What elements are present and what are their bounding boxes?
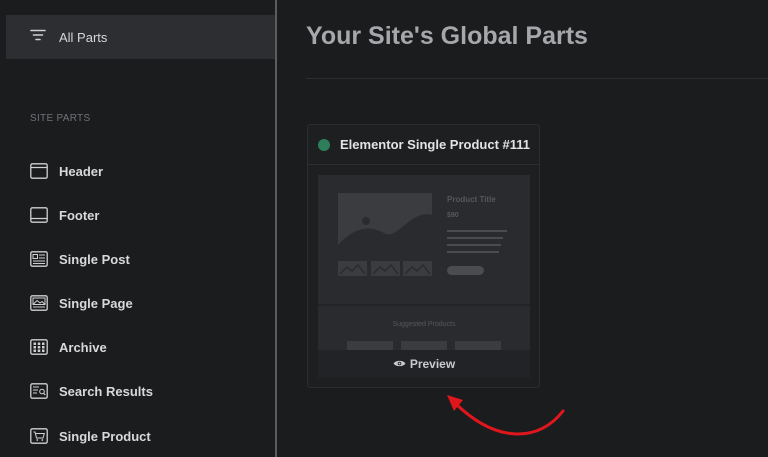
preview-button[interactable]: Preview (318, 350, 530, 378)
sidebar-item-label: Single Post (59, 251, 130, 267)
sidebar-item-label: Single Product (59, 428, 151, 444)
page-title: Your Site's Global Parts (306, 22, 588, 50)
template-thumbnail[interactable]: Product Title $90 Suggested Products (318, 175, 530, 378)
title-divider (306, 78, 768, 79)
all-parts-button[interactable]: All Parts (6, 15, 275, 59)
card-title: Elementor Single Product #111 (340, 137, 531, 152)
preview-label: Preview (409, 357, 456, 371)
sidebar-item-single-post[interactable]: Single Post (30, 248, 130, 270)
sidebar-item-search-results[interactable]: Search Results (30, 380, 153, 402)
sidebar-item-label: Search Results (59, 383, 153, 399)
sidebar-item-header[interactable]: Header (30, 160, 103, 182)
footer-icon (30, 206, 48, 224)
thumbnail-price: $90 (447, 212, 459, 219)
sidebar-item-footer[interactable]: Footer (30, 204, 99, 226)
sidebar-item-label: Single Page (59, 295, 133, 311)
site-parts-heading: SITE PARTS (30, 113, 91, 124)
single-post-icon (30, 250, 48, 268)
thumbnail-product-title: Product Title (447, 195, 496, 204)
single-page-icon (30, 294, 48, 312)
sidebar-divider (275, 0, 277, 457)
sidebar-item-label: Archive (59, 339, 107, 355)
sidebar-item-label: Footer (59, 207, 100, 223)
sidebar-item-archive[interactable]: Archive (30, 336, 107, 358)
status-dot (318, 138, 330, 151)
site-part-card[interactable]: Elementor Single Product #111 Product Ti… (307, 124, 540, 388)
thumbnail-suggested-label: Suggested Products (392, 321, 456, 328)
sidebar-item-single-product[interactable]: Single Product (30, 425, 151, 447)
search-results-icon (30, 382, 48, 400)
card-header: Elementor Single Product #111 (308, 125, 539, 165)
sidebar: All Parts SITE PARTS Header Footer Singl… (0, 0, 275, 457)
sidebar-item-label: Header (59, 163, 104, 179)
all-parts-label: All Parts (59, 29, 108, 45)
filter-icon (30, 28, 46, 46)
header-icon (30, 162, 48, 180)
sidebar-item-single-page[interactable]: Single Page (30, 292, 133, 314)
single-product-icon (30, 427, 48, 445)
archive-icon (30, 338, 48, 356)
eye-icon (393, 355, 406, 373)
